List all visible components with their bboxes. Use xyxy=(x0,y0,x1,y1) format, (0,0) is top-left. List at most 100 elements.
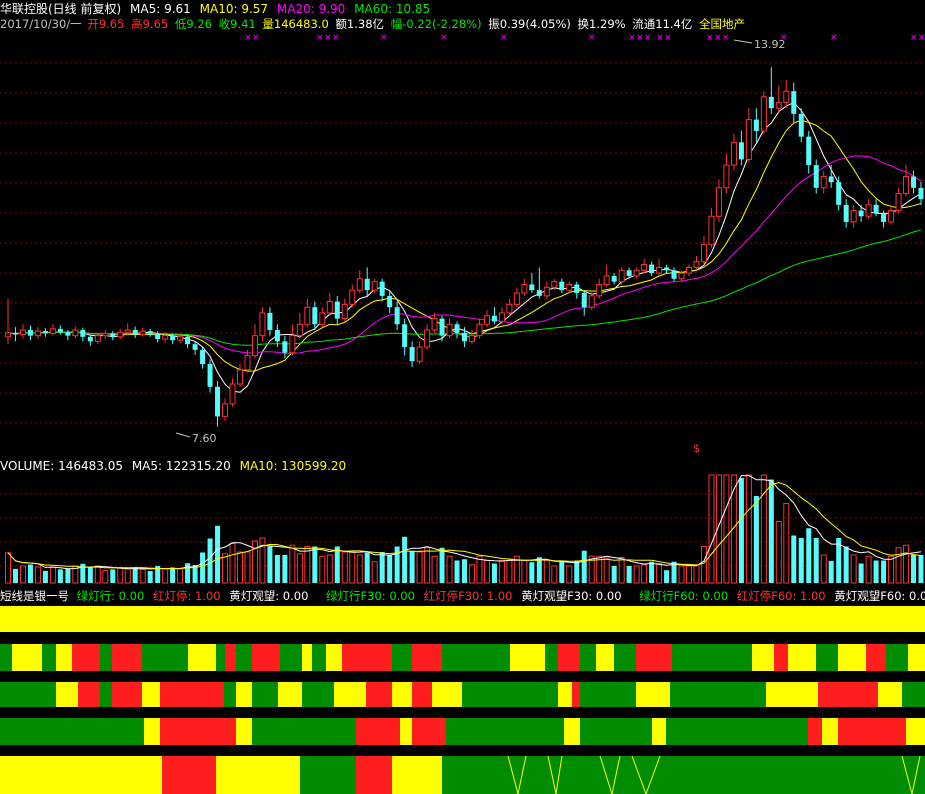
candle-body xyxy=(424,329,431,348)
cross-mark: × xyxy=(714,33,722,43)
candle-body xyxy=(468,335,475,342)
candle xyxy=(911,170,917,194)
candle xyxy=(836,176,842,211)
cross-mark: × xyxy=(656,33,664,43)
signal-segment xyxy=(400,718,412,745)
volume-bar xyxy=(349,551,356,584)
candle-body xyxy=(379,281,385,296)
signal-segment xyxy=(818,682,878,707)
candle xyxy=(215,381,221,427)
candle xyxy=(768,67,774,114)
event-marker[interactable]: $ xyxy=(693,442,700,455)
candle-body xyxy=(170,335,176,341)
candle-body xyxy=(34,330,41,337)
volume-bar xyxy=(521,560,528,584)
volume-bars[interactable] xyxy=(5,474,924,584)
candle-body xyxy=(858,210,864,217)
candle-body xyxy=(124,329,131,333)
candle-body xyxy=(753,119,759,131)
candle xyxy=(236,364,243,387)
signal-segment xyxy=(886,644,908,671)
candle xyxy=(356,270,363,294)
candle xyxy=(686,264,693,276)
signal-segment xyxy=(312,644,326,671)
candle xyxy=(229,378,236,407)
cross-mark: × xyxy=(380,33,388,43)
candles[interactable] xyxy=(5,67,924,427)
candle-body xyxy=(506,303,513,314)
signal-segment xyxy=(72,644,100,671)
signal-strip-5 xyxy=(0,755,925,794)
candle xyxy=(312,301,318,330)
traffic-light-indicator[interactable] xyxy=(0,588,925,794)
volume-bar xyxy=(244,551,251,584)
volume-bar xyxy=(611,566,617,583)
candle xyxy=(745,108,752,163)
volume-bar xyxy=(282,555,288,583)
candle xyxy=(730,133,737,171)
signal-segment xyxy=(580,718,652,745)
candle xyxy=(641,258,648,274)
volume-bar xyxy=(185,563,191,583)
signal-segment xyxy=(236,644,252,671)
signal-segment xyxy=(356,756,392,794)
candle-body xyxy=(730,141,737,166)
volume-bar xyxy=(222,553,229,584)
volume-bar xyxy=(693,564,700,584)
candle-body xyxy=(664,267,670,271)
cross-mark: × xyxy=(910,33,918,43)
volume-bar xyxy=(828,561,834,583)
volume-bar xyxy=(110,569,116,583)
candle xyxy=(858,204,864,222)
signal-segment xyxy=(906,718,925,745)
signal-segment xyxy=(236,718,252,745)
candle-body xyxy=(791,91,797,114)
candle-body xyxy=(251,335,258,357)
candle xyxy=(424,324,431,350)
signal-segment xyxy=(908,644,925,671)
volume-bar xyxy=(379,552,385,583)
candle xyxy=(529,273,535,294)
signal-segment xyxy=(278,682,302,707)
volume-bar xyxy=(416,551,423,584)
candle-body xyxy=(42,331,48,334)
volume-bar xyxy=(903,544,910,584)
candle-body xyxy=(312,307,318,325)
candle xyxy=(222,398,229,421)
signal-segment xyxy=(56,682,78,707)
cross-mark: × xyxy=(500,33,508,43)
candle-body xyxy=(581,293,587,308)
candle xyxy=(918,182,924,205)
signal-segment xyxy=(356,718,400,745)
volume-bar xyxy=(581,550,587,583)
signal-segment xyxy=(558,644,580,671)
candle xyxy=(738,130,744,166)
candle-body xyxy=(641,264,648,271)
candle xyxy=(850,204,857,228)
candle xyxy=(394,301,400,330)
signal-segment xyxy=(0,682,56,707)
candle xyxy=(319,307,326,328)
volume-bar xyxy=(27,564,33,583)
volume-bar xyxy=(536,557,542,583)
candle-body xyxy=(888,210,895,223)
signal-segment xyxy=(412,682,432,707)
ma20-line xyxy=(7,155,922,354)
signal-segment xyxy=(252,718,356,745)
signal-segment xyxy=(596,644,614,671)
candlestick-chart[interactable]: × × × × × × × × × × × × × × × × × × × × × 13.92 7.60 $ xyxy=(0,0,925,455)
cross-mark: × xyxy=(332,33,340,43)
volume-chart[interactable] xyxy=(0,455,925,588)
candle-body xyxy=(618,269,625,283)
candle-body xyxy=(798,113,804,137)
candle xyxy=(34,327,41,340)
signal-segment xyxy=(0,718,144,745)
candle xyxy=(611,273,617,285)
volume-bar xyxy=(865,555,872,584)
signal-segment xyxy=(614,644,636,671)
candle xyxy=(200,347,206,369)
candle xyxy=(596,278,603,299)
volume-bar xyxy=(806,528,812,583)
signal-segment xyxy=(280,644,302,671)
volume-bar xyxy=(529,562,535,583)
